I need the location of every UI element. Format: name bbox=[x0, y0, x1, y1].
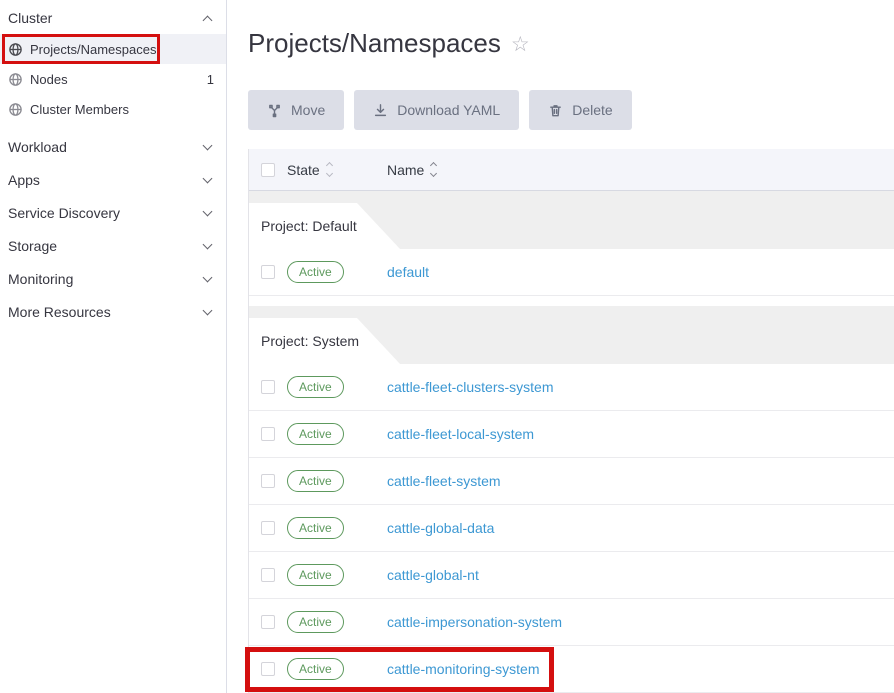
sidebar-section-monitoring[interactable]: Monitoring bbox=[0, 262, 226, 295]
namespace-link[interactable]: cattle-fleet-local-system bbox=[387, 426, 534, 442]
favorite-star-icon[interactable]: ☆ bbox=[511, 32, 530, 57]
status-badge: Active bbox=[287, 658, 344, 679]
row-checkbox[interactable] bbox=[261, 521, 275, 535]
status-badge: Active bbox=[287, 376, 344, 397]
sort-icon bbox=[327, 163, 332, 176]
sidebar-item-projects-namespaces[interactable]: Projects/Namespaces bbox=[0, 34, 226, 64]
globe-icon bbox=[8, 72, 23, 87]
sidebar-section-label: Service Discovery bbox=[8, 205, 120, 221]
group-tab: Project: Default bbox=[249, 203, 409, 249]
download-yaml-button[interactable]: Download YAML bbox=[354, 90, 519, 130]
sidebar-section-label: Monitoring bbox=[8, 271, 73, 287]
table-row: Active default bbox=[249, 249, 894, 296]
row-checkbox[interactable] bbox=[261, 568, 275, 582]
item-count-badge: 1 bbox=[207, 72, 214, 87]
sidebar-section-apps[interactable]: Apps bbox=[0, 163, 226, 196]
namespace-link[interactable]: cattle-global-nt bbox=[387, 567, 479, 583]
namespace-link[interactable]: cattle-global-data bbox=[387, 520, 494, 536]
namespace-link[interactable]: cattle-monitoring-system bbox=[387, 661, 540, 677]
row-checkbox[interactable] bbox=[261, 380, 275, 394]
move-button[interactable]: Move bbox=[248, 90, 344, 130]
chevron-down-icon bbox=[203, 206, 213, 216]
namespaces-table: State Name Project: Default Active defau… bbox=[248, 149, 894, 693]
row-checkbox[interactable] bbox=[261, 427, 275, 441]
group-label: Project: System bbox=[261, 333, 359, 349]
row-checkbox[interactable] bbox=[261, 474, 275, 488]
button-label: Move bbox=[291, 102, 325, 118]
table-row: Active cattle-global-data bbox=[249, 505, 894, 552]
sidebar-item-nodes[interactable]: Nodes 1 bbox=[0, 64, 226, 94]
status-badge: Active bbox=[287, 611, 344, 632]
button-label: Delete bbox=[572, 102, 612, 118]
group-row-default: Project: Default bbox=[249, 191, 894, 249]
table-row: Active cattle-impersonation-system bbox=[249, 599, 894, 646]
trash-icon bbox=[548, 103, 563, 118]
row-checkbox[interactable] bbox=[261, 662, 275, 676]
sort-icon bbox=[431, 163, 436, 176]
sidebar-section-storage[interactable]: Storage bbox=[0, 229, 226, 262]
status-badge: Active bbox=[287, 423, 344, 444]
column-header-state[interactable]: State bbox=[287, 162, 332, 178]
table-row: Active cattle-fleet-clusters-system bbox=[249, 364, 894, 411]
table-row: Active cattle-fleet-system bbox=[249, 458, 894, 505]
fork-icon bbox=[267, 103, 282, 118]
column-label: Name bbox=[387, 162, 424, 178]
sidebar-section-label: Storage bbox=[8, 238, 57, 254]
sidebar-section-service-discovery[interactable]: Service Discovery bbox=[0, 196, 226, 229]
table-row: Active cattle-global-nt bbox=[249, 552, 894, 599]
status-badge: Active bbox=[287, 470, 344, 491]
delete-button[interactable]: Delete bbox=[529, 90, 631, 130]
page-title: Projects/Namespaces bbox=[248, 28, 501, 59]
button-label: Download YAML bbox=[397, 102, 500, 118]
namespace-link[interactable]: cattle-fleet-clusters-system bbox=[387, 379, 553, 395]
section-spacer bbox=[249, 296, 894, 306]
sidebar-section-label: Cluster bbox=[8, 10, 52, 26]
table-row-highlighted: Active cattle-monitoring-system bbox=[249, 646, 894, 693]
namespace-link[interactable]: cattle-fleet-system bbox=[387, 473, 501, 489]
table-header-row: State Name bbox=[249, 149, 894, 191]
page-header: Projects/Namespaces ☆ bbox=[248, 28, 894, 59]
sidebar-section-cluster[interactable]: Cluster bbox=[0, 0, 226, 34]
chevron-down-icon bbox=[203, 239, 213, 249]
row-checkbox[interactable] bbox=[261, 265, 275, 279]
column-header-name[interactable]: Name bbox=[387, 162, 436, 178]
status-badge: Active bbox=[287, 517, 344, 538]
sidebar-section-more-resources[interactable]: More Resources bbox=[0, 295, 226, 328]
main-content: Projects/Namespaces ☆ Move Download YAML… bbox=[228, 0, 894, 693]
globe-icon bbox=[8, 42, 23, 57]
group-label: Project: Default bbox=[261, 218, 357, 234]
row-checkbox[interactable] bbox=[261, 615, 275, 629]
sidebar-section-label: Apps bbox=[8, 172, 40, 188]
sidebar-item-cluster-members[interactable]: Cluster Members bbox=[0, 94, 226, 124]
chevron-down-icon bbox=[203, 140, 213, 150]
select-all-checkbox[interactable] bbox=[261, 163, 275, 177]
sidebar-section-label: More Resources bbox=[8, 304, 111, 320]
chevron-down-icon bbox=[203, 305, 213, 315]
namespace-link[interactable]: default bbox=[387, 264, 429, 280]
namespace-link[interactable]: cattle-impersonation-system bbox=[387, 614, 562, 630]
chevron-up-icon bbox=[203, 15, 213, 25]
toolbar: Move Download YAML Delete bbox=[248, 90, 894, 130]
status-badge: Active bbox=[287, 564, 344, 585]
table-row: Active cattle-fleet-local-system bbox=[249, 411, 894, 458]
globe-icon bbox=[8, 102, 23, 117]
group-row-system: Project: System bbox=[249, 306, 894, 364]
group-tab: Project: System bbox=[249, 318, 409, 364]
download-icon bbox=[373, 103, 388, 118]
sidebar: Cluster Projects/Namespaces Nodes 1 Clus… bbox=[0, 0, 227, 693]
chevron-down-icon bbox=[203, 272, 213, 282]
sidebar-section-label: Workload bbox=[8, 139, 67, 155]
chevron-down-icon bbox=[203, 173, 213, 183]
sidebar-item-label: Projects/Namespaces bbox=[30, 42, 156, 57]
sidebar-item-label: Cluster Members bbox=[30, 102, 129, 117]
sidebar-section-workload[interactable]: Workload bbox=[0, 130, 226, 163]
column-label: State bbox=[287, 162, 320, 178]
status-badge: Active bbox=[287, 261, 344, 282]
sidebar-item-label: Nodes bbox=[30, 72, 68, 87]
